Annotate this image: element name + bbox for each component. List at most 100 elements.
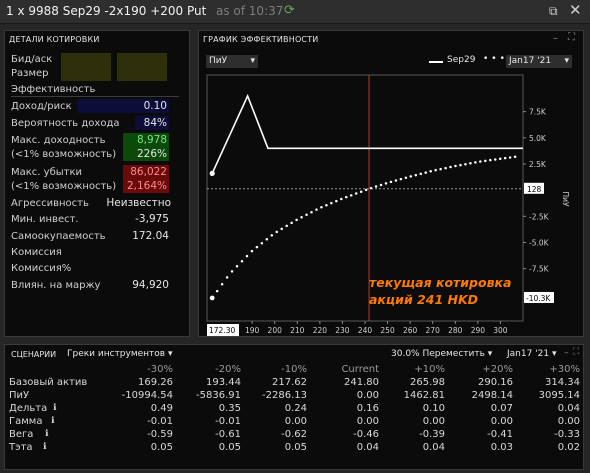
table-cell: -0.46	[353, 429, 379, 440]
window-title: 1 x 9988 Sep29 -2x190 +200 Put	[6, 4, 207, 18]
chevron-down-icon: ▾	[168, 349, 173, 359]
table-cell: 0.00	[557, 416, 580, 427]
series-point-jan17	[434, 168, 437, 172]
table-cell: 0.05	[150, 442, 173, 453]
payback-label: Самоокупаемость	[11, 231, 106, 242]
annotation-line-2: акций 241 HKD	[369, 292, 479, 307]
series-point-jan17	[459, 163, 462, 167]
annotation-line-1: текущая котировка	[369, 275, 512, 290]
x-tick-label: 280	[448, 326, 463, 335]
y-tick-label: -7.5K	[529, 265, 550, 274]
table-cell: 0.04	[422, 442, 445, 453]
popout-icon[interactable]: ⧉	[549, 4, 558, 19]
series-point-jan17	[399, 177, 403, 181]
table-header-row: -30% -20% -10% Current +10% +20% +30%	[5, 364, 583, 377]
series-point-jan17	[300, 216, 303, 219]
table-cell: 265.98	[410, 377, 445, 388]
series-point-jan17	[235, 265, 239, 268]
table-cell: -0.01	[147, 416, 173, 427]
series-point-jan17	[508, 156, 512, 159]
scenarios-panel: СЦЕНАРИИ Греки инструментов ▾ 30.0% Пере…	[4, 344, 584, 470]
info-icon[interactable]: ℹ	[45, 429, 48, 439]
series-point-jan17	[270, 234, 274, 237]
series-point-jan17	[498, 157, 502, 161]
table-cell: 0.00	[422, 416, 445, 427]
y-tick-label: -2.5K	[529, 212, 550, 221]
series-point-jan17	[250, 249, 254, 253]
greeks-dropdown[interactable]: Греки инструментов ▾	[67, 349, 173, 363]
max-loss-sub-label: (<1% возможность)	[11, 181, 117, 192]
quote-details-title: ДЕТАЛИ КОТИРОВКИ	[9, 35, 100, 44]
x-tick-label: 230	[335, 326, 350, 335]
refresh-icon[interactable]: ⟳	[284, 3, 295, 18]
y-tick-label: -5.0K	[529, 238, 550, 247]
divider	[11, 96, 179, 97]
title-bar: 1 x 9988 Sep29 -2x190 +200 Put as of 10:…	[0, 0, 590, 24]
table-cell: 0.02	[557, 442, 580, 453]
series-point-jan17	[349, 194, 353, 197]
chevron-down-icon: ▾	[487, 349, 493, 359]
series-point-jan17	[394, 179, 398, 182]
expand-icon[interactable]: ⛶	[573, 347, 579, 357]
bid-cell	[61, 53, 111, 81]
table-cell: 169.26	[138, 377, 173, 388]
x-tick-label: 250	[380, 326, 395, 335]
series-point-jan17	[325, 203, 328, 207]
series-point-jan17	[320, 206, 323, 209]
series-point-jan17	[484, 159, 487, 163]
table-row: Дельта ℹ 0.49 0.35 0.24 0.16 0.10 0.07 0.04	[5, 403, 583, 416]
table-row: Гамма ℹ -0.01 -0.01 0.00 0.00 0.00 0.00 0.00	[5, 416, 583, 429]
table-cell: 0.05	[284, 442, 307, 453]
series-point-jan17	[345, 195, 348, 199]
move-dropdown-label: 30.0% Переместить	[391, 349, 485, 359]
close-icon[interactable]: ✕	[569, 1, 582, 19]
column-header: -30%	[147, 364, 173, 375]
table-row: Вега ℹ -0.59 -0.61 -0.62 -0.46 -0.39 -0.41 -0.33	[5, 429, 583, 442]
info-icon[interactable]: ℹ	[51, 416, 54, 426]
move-dropdown[interactable]: 30.0% Переместить ▾	[391, 349, 492, 363]
row-label: Дельта	[9, 403, 48, 414]
table-row: Тэта ℹ 0.05 0.05 0.05 0.04 0.04 0.03 0.02	[5, 442, 583, 455]
table-cell: -0.62	[281, 429, 307, 440]
return-risk-value: 0.10	[143, 100, 167, 112]
table-cell: -5836.91	[196, 390, 241, 401]
x-tick-label: 220	[313, 326, 328, 335]
table-cell: 0.05	[218, 442, 241, 453]
x-tick-label: 210	[290, 326, 305, 335]
size-label: Размер	[11, 68, 49, 79]
max-loss-value: 86,022	[130, 166, 167, 178]
quote-details-panel: ДЕТАЛИ КОТИРОВКИ Бид/аск Размер Эффектив…	[4, 30, 190, 337]
series-point-jan17	[439, 167, 442, 171]
probability-label: Вероятность дохода	[11, 118, 120, 129]
scenario-date-dropdown[interactable]: Jan17 '21 ▾	[507, 349, 557, 363]
info-icon[interactable]: ℹ	[53, 403, 56, 413]
row-label: ПиУ	[9, 390, 30, 401]
min-investment-value: -3,975	[135, 213, 169, 225]
bid-ask-label: Бид/аск	[11, 54, 53, 65]
series-point-jan17	[265, 238, 269, 241]
table-cell: -0.61	[215, 429, 241, 440]
series-point-jan17	[280, 227, 283, 231]
y-tick-label: 7.5K	[529, 108, 547, 117]
series-point-jan17	[225, 276, 229, 279]
max-loss-pct: 2,164%	[126, 180, 167, 192]
series-point-jan17	[493, 158, 497, 161]
series-point-jan17	[310, 210, 313, 214]
efficiency-label: Эффективность	[11, 84, 96, 95]
x-tick-label: 200	[268, 326, 283, 335]
minimize-icon[interactable]: –	[564, 348, 569, 358]
x-tick-label: 290	[471, 326, 486, 335]
low-value-label: -10.3K	[526, 294, 551, 303]
table-cell: 0.04	[356, 442, 379, 453]
series-point-jan17	[444, 166, 447, 170]
table-cell: -2286.13	[262, 390, 307, 401]
table-cell: 193.44	[206, 377, 241, 388]
max-return-label: Макс. доходность	[11, 135, 106, 146]
series-point-jan17	[414, 173, 418, 177]
series-point-jan17	[240, 259, 244, 263]
scenarios-table: -30% -20% -10% Current +10% +20% +30% Ба…	[5, 364, 583, 455]
series-point-jan17	[503, 156, 507, 160]
info-icon[interactable]: ℹ	[43, 442, 46, 452]
as-of-timestamp: as of 10:37	[216, 4, 284, 18]
pnl-chart: 190 200 210 220 230 240 250 260 270 280 290 300 7.5K…	[206, 74, 570, 336]
